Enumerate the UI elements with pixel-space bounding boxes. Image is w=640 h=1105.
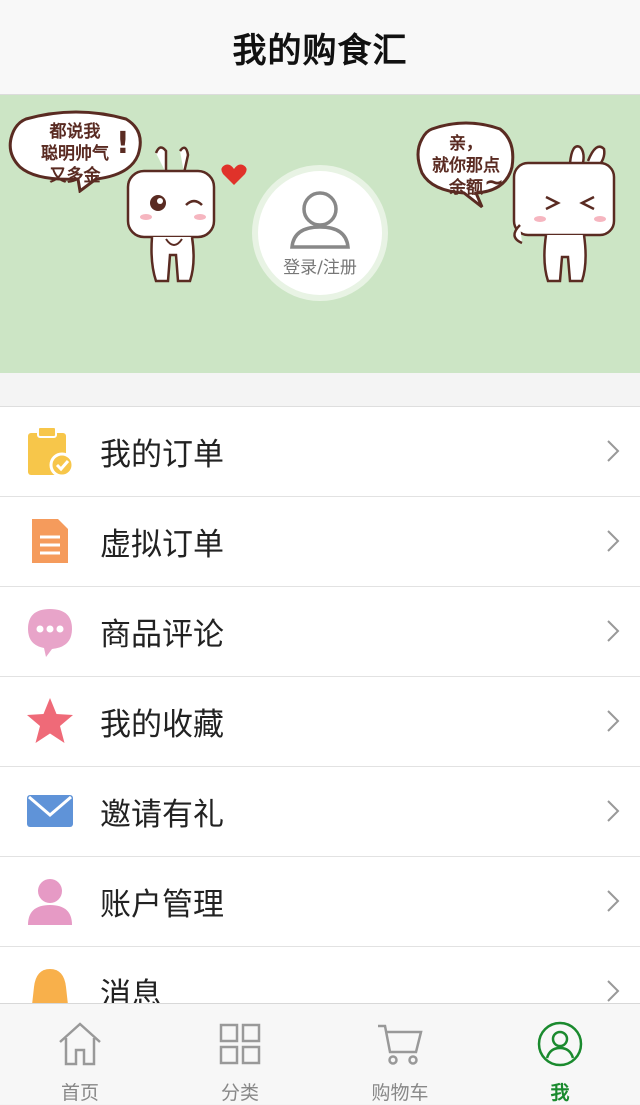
- top-nav-bar: 我的购食汇: [0, 0, 640, 95]
- envelope-icon: [27, 795, 73, 827]
- menu-item-label: 邀请有礼: [100, 797, 224, 833]
- chat-bubble-icon: [28, 609, 72, 657]
- menu-item-favorites[interactable]: 我的收藏: [0, 677, 640, 767]
- right-bubble-tilde: ~: [484, 168, 505, 196]
- chevron-right-icon: [607, 710, 620, 732]
- menu-item-label: 我的订单: [100, 437, 224, 473]
- menu-item-virtual-orders[interactable]: 虚拟订单: [0, 497, 640, 587]
- menu-item-invite-gift[interactable]: 邀请有礼: [0, 767, 640, 857]
- user-icon: [28, 879, 72, 925]
- bottom-tab-bar: 首页 分类 购物车 我: [0, 1003, 640, 1104]
- tab-label: 我: [550, 1082, 570, 1104]
- chevron-right-icon: [607, 440, 620, 462]
- home-icon: [59, 1022, 101, 1066]
- tab-cart[interactable]: 购物车: [320, 1004, 480, 1104]
- star-icon: [27, 698, 73, 743]
- tab-home[interactable]: 首页: [0, 1004, 160, 1104]
- chevron-right-icon: [607, 800, 620, 822]
- login-avatar-ring[interactable]: 登录/注册: [252, 165, 388, 301]
- login-avatar[interactable]: 登录/注册: [258, 171, 382, 295]
- document-icon: [32, 519, 68, 563]
- menu-item-label: 商品评论: [100, 617, 224, 653]
- menu-item-label: 账户管理: [100, 887, 224, 923]
- page-title: 我的购食汇: [232, 30, 408, 71]
- bunny-left-illustration: [126, 146, 216, 283]
- chevron-right-icon: [607, 890, 620, 912]
- menu-item-label: 虚拟订单: [100, 527, 224, 563]
- menu-item-product-reviews[interactable]: 商品评论: [0, 587, 640, 677]
- tab-category[interactable]: 分类: [160, 1004, 320, 1104]
- menu-item-my-orders[interactable]: 我的订单: [0, 407, 640, 497]
- chevron-right-icon: [607, 530, 620, 552]
- menu-item-label: 我的收藏: [100, 707, 224, 743]
- tab-label: 首页: [60, 1082, 99, 1104]
- tab-label: 购物车: [371, 1082, 429, 1104]
- chevron-right-icon: [607, 980, 620, 1002]
- profile-menu: 我的订单 虚拟订单 商品评论 我的收藏 邀请有礼 账户管理 消息: [0, 407, 640, 1037]
- tab-label: 分类: [220, 1082, 259, 1104]
- left-bubble-text: 都说我 聪明帅气 又多金: [41, 122, 109, 186]
- chevron-right-icon: [607, 620, 620, 642]
- login-register-link[interactable]: 登录/注册: [283, 253, 357, 278]
- grid-icon: [219, 1023, 261, 1065]
- menu-item-account-management[interactable]: 账户管理: [0, 857, 640, 947]
- clipboard-check-icon: [28, 426, 75, 477]
- profile-icon: [537, 1021, 583, 1067]
- section-gap: [0, 373, 640, 407]
- user-outline-icon: [290, 190, 350, 249]
- heart-icon: [221, 164, 247, 185]
- cart-icon: [378, 1024, 423, 1065]
- profile-banner: 都说我 聪明帅气 又多金 ! 登录/注册 亲， 就你那点 余额 ~: [0, 95, 640, 373]
- bunny-right-illustration: [512, 145, 616, 283]
- tab-me[interactable]: 我: [480, 1004, 640, 1104]
